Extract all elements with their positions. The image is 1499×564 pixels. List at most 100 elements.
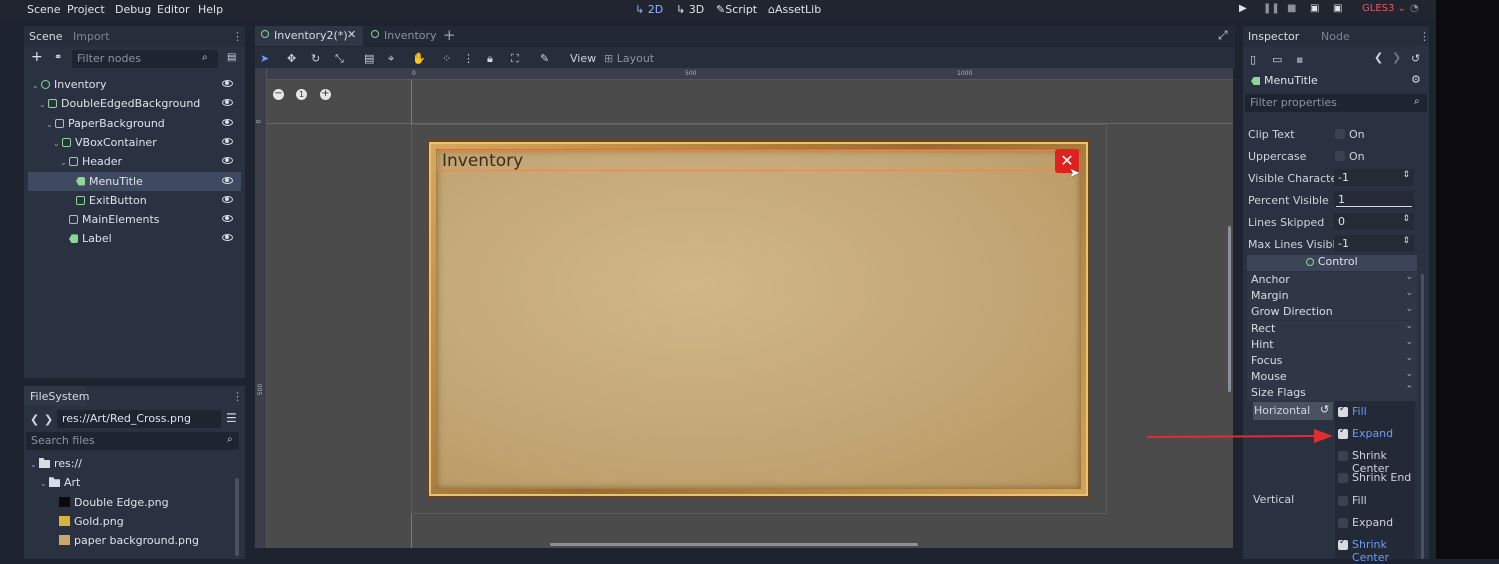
back-icon[interactable]: ❮ (30, 413, 39, 426)
group-focus[interactable]: Focus ⌄ (1247, 353, 1417, 369)
fs-item[interactable]: paper background.png (28, 531, 233, 550)
paper-background[interactable] (436, 149, 1081, 489)
group-margin[interactable]: Margin ⌄ (1247, 288, 1417, 305)
vertical-scrollbar[interactable] (1228, 226, 1231, 392)
dock-menu-icon[interactable]: ⋮ (1419, 30, 1430, 43)
open-resource-icon[interactable]: ▭ (1272, 53, 1282, 66)
view-menu[interactable]: View (570, 52, 596, 65)
bones-icon[interactable]: ✎ (540, 52, 549, 65)
visibility-icon[interactable] (222, 215, 233, 223)
layout-menu[interactable]: ⊞ Layout (604, 52, 654, 65)
select-mode-icon[interactable]: ➤ (260, 52, 269, 65)
move-mode-icon[interactable]: ✥ (287, 52, 296, 65)
visibility-icon[interactable] (222, 118, 233, 126)
flag-shrink-center[interactable]: Shrink Center (1338, 448, 1418, 475)
tree-node-header[interactable]: ⌄ Header (28, 152, 241, 171)
expand-caret-icon[interactable]: ⌄ (30, 460, 39, 469)
search-files-input[interactable]: Search files (26, 432, 239, 450)
zoom-reset-icon[interactable]: 1 (296, 89, 307, 100)
history-forward-icon[interactable]: ❯ (1392, 51, 1401, 64)
play-custom-icon[interactable]: ▣ (1333, 3, 1342, 14)
flag-expand[interactable]: Expand (1338, 515, 1418, 533)
add-node-icon[interactable]: + (31, 49, 43, 65)
scale-mode-icon[interactable]: ⤡ (335, 52, 344, 66)
zoom-out-icon[interactable]: − (273, 89, 284, 100)
group-grow-direction[interactable]: Grow Direction ⌄ (1247, 304, 1417, 321)
expand-caret-icon[interactable]: ⌄ (40, 479, 49, 488)
tree-node-mainelements[interactable]: MainElements (28, 210, 241, 229)
tab-node[interactable]: Node (1321, 30, 1350, 43)
tree-node-label[interactable]: Label (28, 229, 241, 248)
dock-menu-icon[interactable]: ⋮ (232, 30, 243, 43)
pivot-icon[interactable]: ⌖ (388, 52, 394, 66)
history-back-icon[interactable]: ❮ (1374, 51, 1383, 64)
pan-mode-icon[interactable]: ✋ (412, 52, 426, 65)
spinner-arrows-icon[interactable]: ⇕ (1402, 236, 1410, 246)
spinner-arrows-icon[interactable]: ⇕ (1402, 214, 1410, 224)
lock-icon[interactable]: 🔒︎ (487, 52, 493, 66)
spinner-arrows-icon[interactable]: ⇕ (1402, 170, 1410, 180)
menu-debug[interactable]: Debug (115, 3, 151, 16)
filesystem-tab[interactable]: FileSystem (24, 386, 89, 406)
pause-icon[interactable]: ❚❚ (1263, 3, 1280, 14)
visibility-icon[interactable] (222, 80, 233, 87)
snap-icon[interactable]: ⁘ (442, 52, 451, 65)
add-tab-icon[interactable]: + (443, 26, 456, 44)
new-resource-icon[interactable]: ▯ (1250, 53, 1256, 66)
fs-item[interactable]: Double Edge.png (28, 493, 233, 512)
slider-track[interactable] (1336, 206, 1412, 207)
expand-caret-icon[interactable]: ⌄ (46, 120, 55, 129)
group-icon[interactable]: ⛶ (511, 52, 519, 66)
group-mouse[interactable]: Mouse ⌄ (1247, 369, 1417, 386)
menu-editor[interactable]: Editor (157, 3, 190, 16)
path-field[interactable]: res://Art/Red_Cross.png (57, 410, 221, 428)
fs-item[interactable]: ⌄ res:// (28, 454, 233, 473)
visibility-icon[interactable] (222, 195, 233, 203)
fs-item[interactable]: ⌄ Art (28, 473, 233, 492)
flag-shrink-end[interactable]: Shrink End (1338, 470, 1418, 488)
dock-menu-icon[interactable]: ⋮ (232, 390, 243, 403)
workspace-assetlib-button[interactable]: ⌂AssetLib (768, 3, 821, 16)
close-icon[interactable]: ✕ (347, 28, 356, 41)
workspace-script-button[interactable]: ✎Script (716, 3, 757, 16)
link-icon[interactable]: ⚭ (54, 52, 62, 63)
tab-import[interactable]: Import (73, 30, 110, 43)
visibility-icon[interactable] (222, 234, 233, 242)
forward-icon[interactable]: ❯ (44, 413, 53, 426)
history-icon[interactable]: ↺ (1411, 52, 1420, 65)
list-select-icon[interactable]: ▤ (364, 52, 374, 65)
snap-options-icon[interactable]: ⋮ (463, 52, 474, 65)
flag-fill[interactable]: Fill (1338, 493, 1418, 511)
menu-project[interactable]: Project (67, 3, 105, 16)
object-properties-icon[interactable]: ⚙ (1411, 73, 1421, 86)
visibility-icon[interactable] (222, 157, 233, 165)
tab-inventory2[interactable]: Inventory2(*) ✕ (255, 26, 363, 46)
tab-scene[interactable]: Scene (29, 30, 63, 43)
workspace-3d-button[interactable]: ↳ 3D (676, 3, 704, 16)
expand-caret-icon[interactable]: ⌄ (60, 158, 69, 167)
inspector-scrollbar[interactable] (1421, 274, 1424, 559)
renderer-select[interactable]: GLES3 ⌄ (1362, 3, 1406, 14)
filter-nodes-input[interactable]: Filter nodes (72, 50, 218, 68)
flag-expand[interactable]: Expand (1338, 426, 1418, 444)
tree-node-paperbackground[interactable]: ⌄ PaperBackground (28, 114, 241, 133)
group-hint[interactable]: Hint ⌄ (1247, 336, 1417, 353)
menu-title[interactable]: Inventory (442, 151, 523, 171)
menu-help[interactable]: Help (198, 3, 223, 16)
expand-caret-icon[interactable]: ⌄ (53, 139, 62, 148)
horizontal-scrollbar[interactable] (550, 543, 918, 546)
property-value-field[interactable]: 1 (1334, 191, 1414, 208)
group-rect[interactable]: Rect ⌄ (1247, 320, 1417, 337)
fs-item[interactable]: Gold.png (28, 512, 233, 531)
tree-node-vboxcontainer[interactable]: ⌄ VBoxContainer (28, 133, 241, 152)
group-anchor[interactable]: Anchor ⌄ (1247, 272, 1417, 288)
split-view-icon[interactable]: ☰ (226, 411, 237, 425)
expand-caret-icon[interactable]: ⌄ (32, 81, 41, 90)
property-value-field[interactable]: -1 ⇕ (1334, 235, 1414, 252)
visibility-icon[interactable] (222, 176, 233, 184)
visibility-icon[interactable] (222, 137, 233, 145)
tree-node-menutitle[interactable]: MenuTitle (28, 171, 241, 191)
flag-fill[interactable]: Fill (1338, 404, 1418, 422)
distraction-free-icon[interactable]: ⤢ (1218, 28, 1228, 43)
group-size-flags[interactable]: Size Flags ⌃ (1247, 385, 1417, 402)
